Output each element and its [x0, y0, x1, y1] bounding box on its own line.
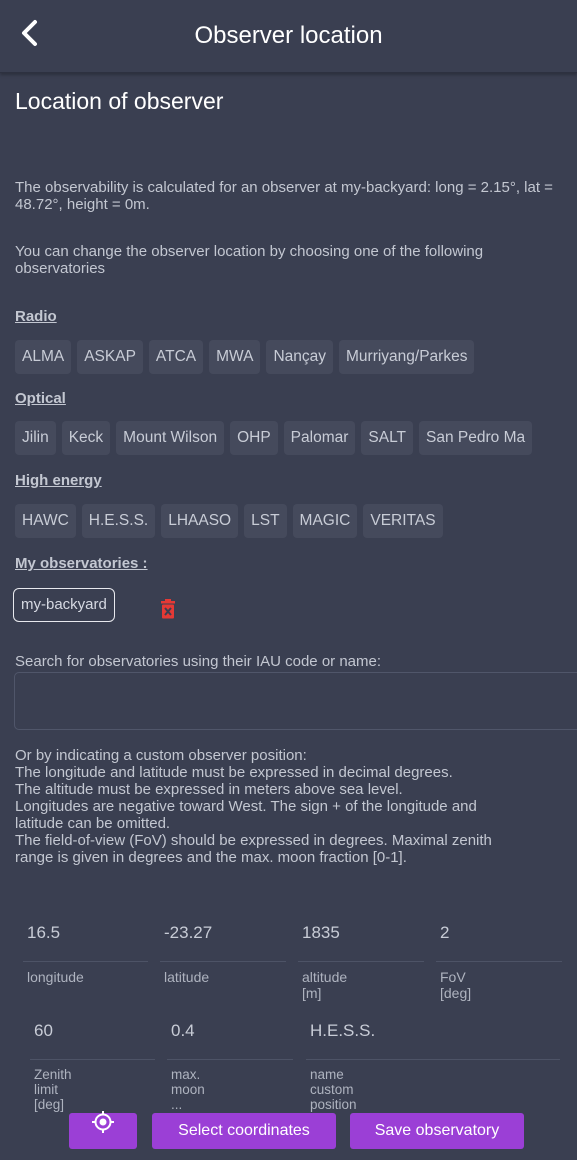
instruction-line: The longitude and latitude must be expre…	[15, 764, 453, 781]
locate-me-button[interactable]	[69, 1110, 137, 1149]
instruction-line: latitude can be omitted.	[15, 815, 171, 832]
top-app-bar: Observer location	[0, 0, 577, 73]
radio-observatory-list: ALMA ASKAP ATCA MWA Nançay Murriyang/Par…	[15, 340, 475, 374]
search-label: Search for observatories using their IAU…	[15, 653, 382, 670]
max-moon-value[interactable]: 0.4	[171, 1021, 195, 1041]
observatory-chip-askap[interactable]: ASKAP	[77, 340, 143, 374]
altitude-label: altitude [m]	[302, 969, 348, 1001]
observatory-chip-hess[interactable]: H.E.S.S.	[81, 504, 156, 538]
observatory-chip-mount-wilson[interactable]: Mount Wilson	[116, 421, 225, 455]
observatory-chip-san-pedro-martir[interactable]: San Pedro Ma	[419, 421, 533, 455]
observatory-chip-nancay[interactable]: Nançay	[266, 340, 333, 374]
instruction-line: Longitudes are negative toward West. The…	[15, 798, 477, 815]
longitude-label: longitude	[27, 969, 84, 985]
save-observatory-button[interactable]: Save observatory	[350, 1113, 524, 1149]
page-title: Location of observer	[15, 88, 224, 114]
field-underline	[436, 961, 562, 962]
change-location-hint: You can change the observer location by …	[15, 243, 484, 277]
observatory-chip-atca[interactable]: ATCA	[148, 340, 204, 374]
observatory-chip-keck[interactable]: Keck	[61, 421, 111, 455]
latitude-value[interactable]: -23.27	[164, 923, 212, 943]
observatory-chip-palomar[interactable]: Palomar	[283, 421, 356, 455]
observatory-search-input[interactable]	[14, 672, 577, 730]
observatory-chip-salt[interactable]: SALT	[361, 421, 414, 455]
observatory-chip-lst[interactable]: LST	[244, 504, 287, 538]
longitude-value[interactable]: 16.5	[27, 923, 60, 943]
latitude-label: latitude	[164, 969, 210, 985]
field-underline	[306, 1059, 560, 1060]
observatory-chip-mwa[interactable]: MWA	[209, 340, 261, 374]
section-my-observatories-label: My observatories :	[15, 555, 148, 572]
field-underline	[167, 1059, 293, 1060]
field-underline	[298, 961, 424, 962]
max-moon-label: max. moon ...	[171, 1067, 205, 1112]
trash-icon[interactable]	[160, 599, 176, 619]
zenith-limit-value[interactable]: 60	[34, 1021, 53, 1041]
instruction-line: range is given in degrees and the max. m…	[15, 849, 407, 866]
zenith-limit-label: Zenith limit [deg]	[34, 1067, 72, 1112]
observatory-chip-ohp[interactable]: OHP	[230, 421, 278, 455]
observatory-chip-alma[interactable]: ALMA	[15, 340, 72, 374]
select-coordinates-button[interactable]: Select coordinates	[152, 1113, 336, 1149]
instruction-line: The altitude must be expressed in meters…	[15, 781, 403, 798]
page-header-title: Observer location	[194, 22, 383, 49]
section-optical-label: Optical	[15, 390, 66, 407]
field-underline	[160, 961, 286, 962]
field-underline	[30, 1059, 155, 1060]
fov-label: FoV [deg]	[440, 969, 472, 1001]
crosshair-location-icon	[91, 1110, 115, 1148]
custom-name-value[interactable]: H.E.S.S.	[310, 1021, 375, 1041]
observatory-chip-veritas[interactable]: VERITAS	[363, 504, 443, 538]
fov-value[interactable]: 2	[440, 923, 449, 943]
observatory-chip-jilin[interactable]: Jilin	[15, 421, 56, 455]
observatory-chip-hawc[interactable]: HAWC	[15, 504, 76, 538]
my-observatory-chip[interactable]: my-backyard	[13, 588, 115, 622]
optical-observatory-list: Jilin Keck Mount Wilson OHP Palomar SALT…	[15, 421, 533, 455]
observatory-chip-magic[interactable]: MAGIC	[292, 504, 358, 538]
high-energy-observatory-list: HAWC H.E.S.S. LHAASO LST MAGIC VERITAS	[15, 504, 443, 538]
instruction-line: Or by indicating a custom observer posit…	[15, 747, 307, 764]
section-high-energy-label: High energy	[15, 472, 102, 489]
instruction-line: The field-of-view (FoV) should be expres…	[15, 832, 492, 849]
altitude-value[interactable]: 1835	[302, 923, 340, 943]
current-location-text: The observability is calculated for an o…	[15, 179, 553, 213]
observatory-chip-parkes[interactable]: Murriyang/Parkes	[339, 340, 475, 374]
field-underline	[23, 961, 148, 962]
section-radio-label: Radio	[15, 308, 57, 325]
observatory-chip-lhaaso[interactable]: LHAASO	[161, 504, 239, 538]
custom-position-instructions: Or by indicating a custom observer posit…	[15, 747, 567, 866]
custom-name-label: name custom position	[310, 1067, 357, 1112]
